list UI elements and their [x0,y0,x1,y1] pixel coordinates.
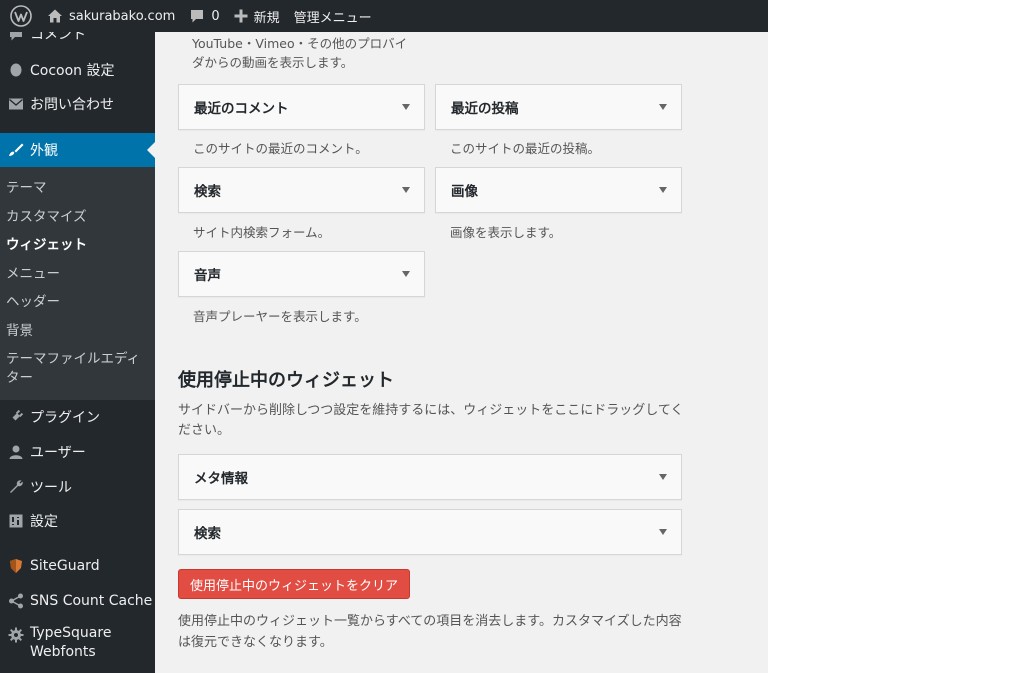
sidebar-item-settings[interactable]: 設定 [0,509,155,533]
sidebar-item-label: SNS Count Cache [30,593,153,609]
expand-arrow-icon[interactable] [659,187,667,193]
widget-description: このサイトの最近のコメント。 [193,141,368,156]
sidebar-item-appearance[interactable]: 外観 [0,133,155,167]
wrench-icon [5,479,27,495]
sidebar-item-label: ツール [30,480,72,496]
submenu-item-header[interactable]: ヘッダー [6,293,151,312]
expand-arrow-icon[interactable] [402,187,410,193]
comment-bubble-icon [189,8,205,24]
submenu-item-menus[interactable]: メニュー [6,265,151,284]
plugin-icon [5,409,27,425]
plus-icon [234,9,248,23]
widget-recent-posts[interactable]: 最近の投稿 [435,84,682,130]
inactive-widgets-description: サイドバーから削除しつつ設定を維持するには、ウィジェットをここにドラッグしてくだ… [178,403,684,438]
expand-arrow-icon[interactable] [402,104,410,110]
submenu-item-background[interactable]: 背景 [6,322,151,341]
comment-count: 0 [211,8,220,24]
sidebar-item-siteguard[interactable]: SiteGuard [0,554,155,578]
sidebar-item-cocoon[interactable]: Cocoon 設定 [0,58,155,82]
appearance-brush-icon [5,142,27,158]
sidebar-item-contact[interactable]: お問い合わせ [0,92,155,116]
widget-title: 検索 [194,526,221,542]
comment-icon [5,32,27,42]
widget-title: メタ情報 [194,471,248,487]
sidebar-item-label: Cocoon 設定 [30,63,115,79]
expand-arrow-icon[interactable] [659,529,667,535]
wordpress-logo-icon [10,5,32,27]
wordpress-logo-button[interactable] [0,0,40,32]
widget-title: 最近のコメント [194,101,289,117]
clear-inactive-widgets-button[interactable]: 使用停止中のウィジェットをクリア [178,569,410,599]
expand-arrow-icon[interactable] [659,104,667,110]
sidebar-item-label: 外観 [30,143,58,159]
widget-title: 画像 [451,184,478,200]
admin-bar: sakurabako.com 0 新規 管理メニュー [0,0,768,32]
expand-arrow-icon[interactable] [659,474,667,480]
widget-description: このサイトの最近の投稿。 [450,141,601,156]
clear-inactive-description: 使用停止中のウィジェット一覧からすべての項目を消去します。カスタマイズした内容は… [178,614,682,650]
widget-description: 画像を表示します。 [450,225,562,240]
sidebar-item-label: コメント [30,32,86,43]
sidebar-item-typesquare[interactable]: TypeSquare Webfonts [0,624,155,666]
cocoon-icon [5,63,27,77]
sidebar-item-sns-count-cache[interactable]: SNS Count Cache [0,589,155,613]
siteguard-shield-icon [5,558,27,574]
submenu-item-theme-editor[interactable]: テーマファイルエディター [6,350,144,388]
sidebar-item-label: ユーザー [30,445,86,461]
admin-menu-label: 管理メニュー [293,10,372,26]
widget-description: 音声プレーヤーを表示します。 [193,309,367,324]
site-name-link[interactable]: sakurabako.com [40,0,182,32]
new-label: 新規 [253,10,280,26]
submenu-item-customize[interactable]: カスタマイズ [6,208,151,227]
widget-title: 音声 [194,268,221,284]
sidebar-item-label: TypeSquare Webfonts [30,625,112,660]
admin-menu-link[interactable]: 管理メニュー [287,0,379,32]
sidebar-item-label: 設定 [30,514,58,530]
expand-arrow-icon[interactable] [402,271,410,277]
sidebar-item-comments[interactable]: コメント [0,32,155,44]
appearance-submenu: テーマ カスタマイズ ウィジェット メニュー ヘッダー 背景 テーマファイルエデ… [0,167,155,400]
sidebar-item-label: お問い合わせ [30,97,114,113]
new-content-link[interactable]: 新規 [227,0,287,32]
widget-recent-comments[interactable]: 最近のコメント [178,84,425,130]
site-name: sakurabako.com [69,8,176,24]
comments-link[interactable]: 0 [182,0,226,32]
widgets-content: YouTube・Vimeo・その他のプロバイダからの動画を表示します。 最近のコ… [155,32,768,673]
inactive-widgets-title: 使用停止中のウィジェット [178,370,394,391]
mail-icon [5,97,27,111]
widget-title: 検索 [194,184,221,200]
admin-window: sakurabako.com 0 新規 管理メニュー コメント Cocoon 設… [0,0,768,673]
sidebar-item-tools[interactable]: ツール [0,475,155,499]
widget-search[interactable]: 検索 [178,167,425,213]
settings-icon [5,513,27,529]
widget-description: サイト内検索フォーム。 [193,225,331,240]
submenu-item-widgets[interactable]: ウィジェット [6,236,151,255]
widget-title: 最近の投稿 [451,101,519,117]
inactive-widget-search[interactable]: 検索 [178,509,682,555]
submenu-item-themes[interactable]: テーマ [6,179,151,198]
inactive-widget-meta[interactable]: メタ情報 [178,454,682,500]
gear-icon [5,627,27,643]
sidebar-item-users[interactable]: ユーザー [0,440,155,464]
sidebar-item-label: SiteGuard [30,558,100,574]
admin-sidebar: コメント Cocoon 設定 お問い合わせ 外観 テーマ カスタマイズ ウィジェ… [0,32,155,673]
sidebar-item-plugins[interactable]: プラグイン [0,405,155,429]
widget-audio[interactable]: 音声 [178,251,425,297]
share-icon [5,593,27,609]
sidebar-item-label: プラグイン [30,410,100,426]
user-icon [5,444,27,460]
home-icon [47,8,63,24]
widget-image[interactable]: 画像 [435,167,682,213]
